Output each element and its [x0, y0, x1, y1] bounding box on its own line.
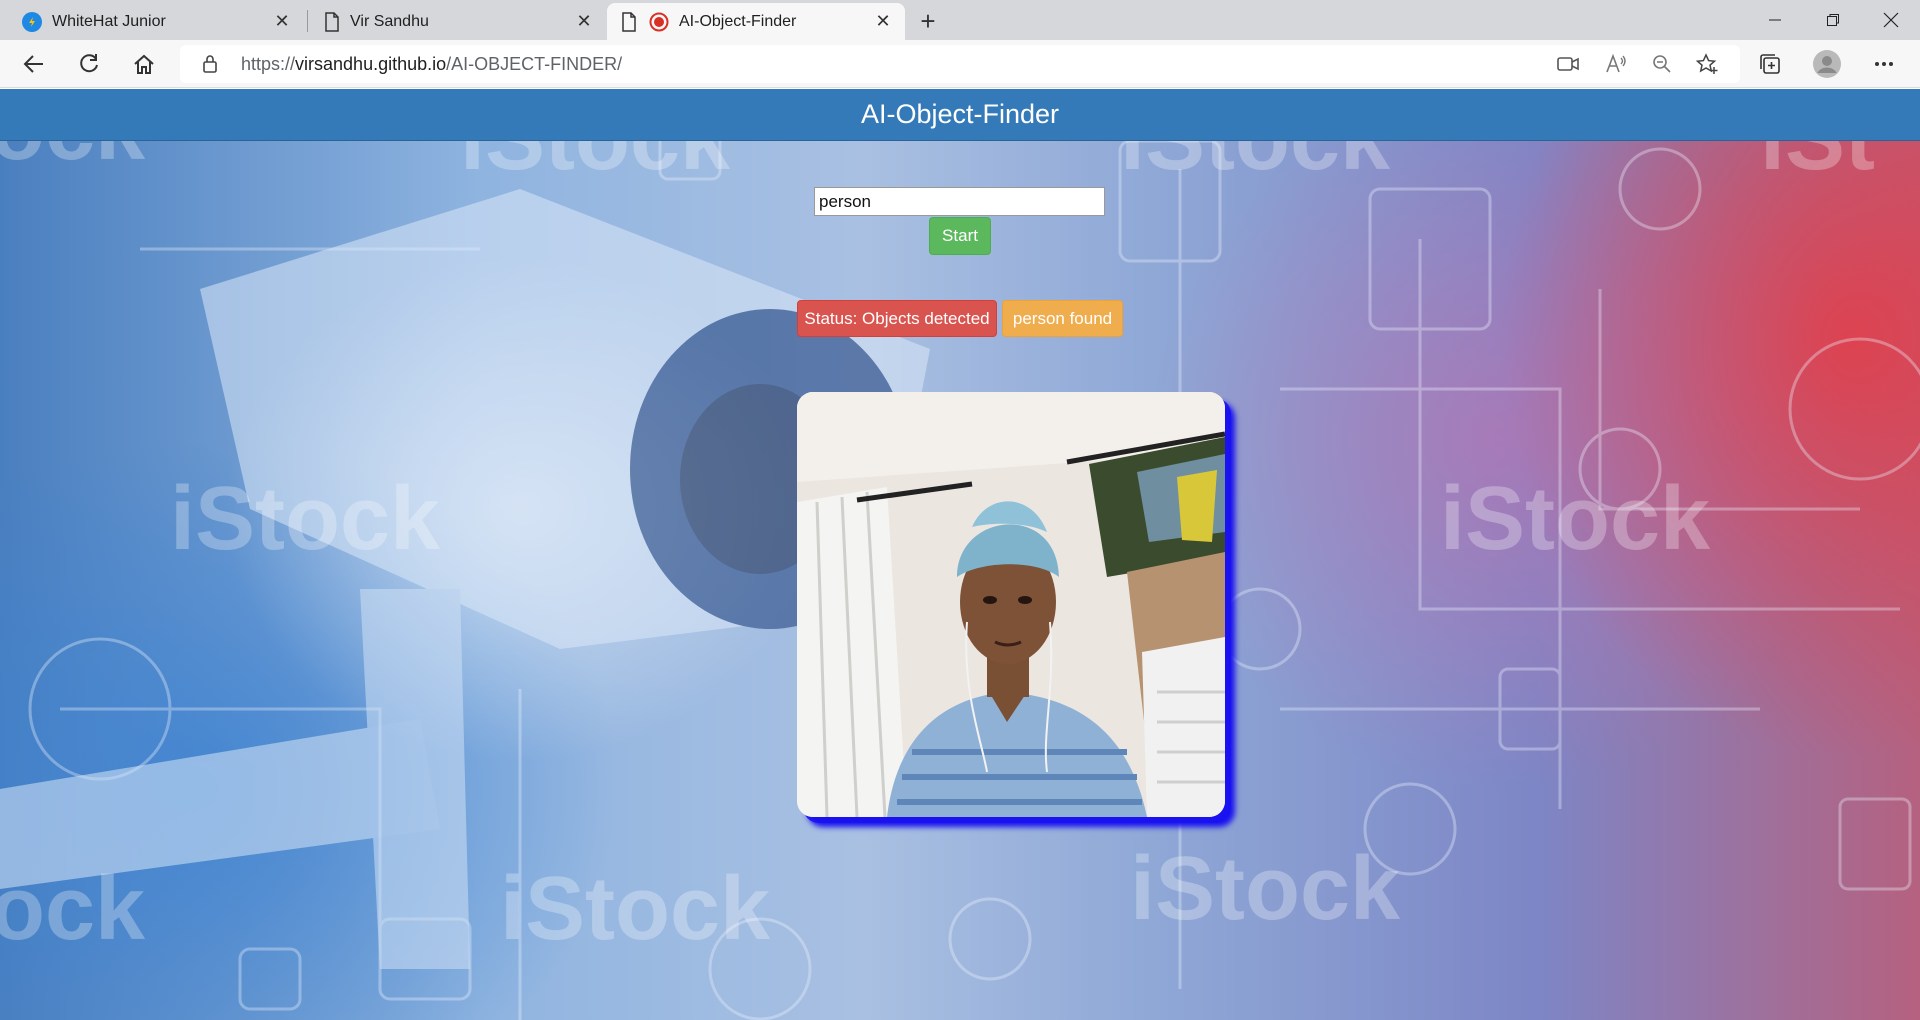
- home-button[interactable]: [128, 48, 160, 80]
- camera-illustration: [0, 189, 930, 969]
- close-tab-icon[interactable]: ✕: [572, 9, 596, 33]
- tab-whitehat-junior[interactable]: WhiteHat Junior ✕: [8, 3, 304, 40]
- whitehat-logo-icon: [22, 11, 42, 32]
- tab-vir-sandhu[interactable]: Vir Sandhu ✕: [310, 3, 606, 40]
- add-favorite-icon[interactable]: [1692, 48, 1724, 80]
- new-tab-button[interactable]: +: [913, 6, 943, 36]
- close-tab-icon[interactable]: ✕: [270, 9, 294, 33]
- back-button[interactable]: [18, 48, 50, 80]
- recording-icon: [649, 12, 669, 32]
- object-found-badge: person found: [1002, 300, 1123, 337]
- minimize-button[interactable]: [1752, 0, 1798, 40]
- tab-separator: [307, 10, 308, 32]
- svg-text:iStock: iStock: [1440, 469, 1711, 569]
- read-aloud-icon[interactable]: [1600, 48, 1632, 80]
- object-search-input[interactable]: [814, 187, 1105, 216]
- webcam-video: [797, 392, 1225, 817]
- zoom-out-icon[interactable]: [1646, 48, 1678, 80]
- tab-title: WhiteHat Junior: [52, 12, 166, 30]
- camera-in-use-icon[interactable]: [1552, 48, 1584, 80]
- lock-icon[interactable]: [202, 54, 218, 79]
- url-path: /AI-OBJECT-FINDER/: [446, 54, 623, 74]
- svg-text:iStock: iStock: [500, 859, 771, 959]
- restore-button[interactable]: [1810, 0, 1856, 40]
- status-badge: Status: Objects detected: [797, 300, 997, 337]
- webcam-frame-illustration: [797, 392, 1225, 817]
- refresh-button[interactable]: [73, 48, 105, 80]
- tab-ai-object-finder[interactable]: AI-Object-Finder ✕: [607, 3, 905, 40]
- url-scheme: https://: [241, 54, 296, 74]
- more-menu-icon[interactable]: [1868, 48, 1900, 80]
- tab-title: AI-Object-Finder: [679, 12, 797, 30]
- url-text: https://virsandhu.github.io/AI-OBJECT-FI…: [241, 54, 622, 75]
- url-host: virsandhu.github.io: [295, 54, 447, 74]
- page-content: ock iStock iStock iSt iStock iStock ock …: [0, 89, 1920, 1020]
- tab-strip: WhiteHat Junior ✕ Vir Sandhu ✕ AI-Object…: [0, 0, 1920, 40]
- app-header: AI-Object-Finder: [0, 89, 1920, 141]
- svg-text:iStock: iStock: [170, 469, 441, 569]
- collections-icon[interactable]: [1754, 48, 1786, 80]
- close-window-button[interactable]: [1868, 0, 1914, 40]
- browser-toolbar: https://virsandhu.github.io/AI-OBJECT-FI…: [0, 40, 1920, 88]
- profile-avatar[interactable]: [1811, 48, 1843, 80]
- address-bar[interactable]: https://virsandhu.github.io/AI-OBJECT-FI…: [180, 45, 1740, 83]
- page-icon: [324, 11, 340, 32]
- page-icon: [621, 11, 637, 32]
- start-button[interactable]: Start: [929, 217, 991, 255]
- close-tab-icon[interactable]: ✕: [871, 9, 895, 33]
- svg-text:iStock: iStock: [1130, 839, 1401, 939]
- page-title: AI-Object-Finder: [860, 99, 1060, 129]
- tab-title: Vir Sandhu: [350, 12, 429, 30]
- svg-text:ock: ock: [0, 859, 146, 959]
